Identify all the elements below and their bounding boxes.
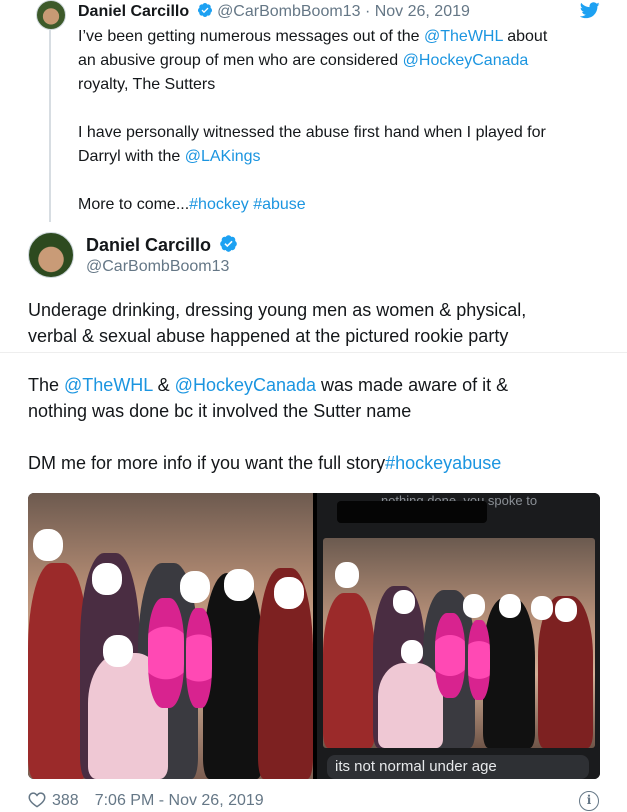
- thread-line: [49, 30, 51, 222]
- info-icon[interactable]: i: [579, 791, 599, 811]
- party-photo-left[interactable]: [28, 493, 313, 779]
- quoted-author-name[interactable]: Daniel Carcillo: [78, 3, 189, 20]
- main-tweet-text: Underage drinking, dressing young men as…: [28, 297, 618, 349]
- quoted-tweet[interactable]: Daniel Carcillo @CarBombBoom13 · Nov 26,…: [0, 0, 627, 230]
- tweet-timestamp[interactable]: 7:06 PM - Nov 26, 2019: [95, 792, 264, 809]
- person-figure: [28, 563, 88, 779]
- quoted-text: More to come...: [78, 196, 190, 213]
- tweet-text-line: Underage drinking, dressing young men as…: [28, 300, 527, 320]
- phone-screenshot-right[interactable]: nothing done. you spoke to its not norma…: [317, 493, 600, 779]
- quoted-tweet-text: I’ve been getting numerous messages out …: [78, 25, 613, 217]
- pink-boa: [435, 613, 465, 698]
- chat-message-text: nothing done. you spoke to: [323, 493, 595, 523]
- quoted-text: I’ve been getting numerous messages out …: [78, 28, 424, 45]
- author-avatar[interactable]: [28, 232, 74, 278]
- tweet-text-line: verbal & sexual abuse happened at the pi…: [28, 326, 509, 346]
- hashtag-hockeyabuse-link[interactable]: #hockeyabuse: [385, 453, 501, 473]
- blurred-face: [92, 563, 122, 595]
- main-tweet-author: Daniel Carcillo @CarBombBoom13: [28, 232, 627, 292]
- quoted-header: Daniel Carcillo @CarBombBoom13 · Nov 26,…: [78, 2, 470, 21]
- quoted-text: royalty, The Sutters: [78, 76, 216, 93]
- hashtag-hockey-link[interactable]: #hockey: [189, 196, 249, 213]
- blurred-face: [274, 577, 304, 609]
- mention-thewhl-link[interactable]: @TheWHL: [424, 28, 503, 45]
- mention-thewhl-link[interactable]: @TheWHL: [64, 375, 153, 395]
- blurred-face: [180, 571, 210, 603]
- verified-badge-icon: [197, 3, 212, 17]
- person-figure: [483, 598, 535, 748]
- quoted-author-handle[interactable]: @CarBombBoom13: [217, 3, 360, 20]
- blurred-face: [224, 569, 254, 601]
- quoted-avatar[interactable]: [36, 0, 66, 30]
- tweet-footer: 388 7:06 PM - Nov 26, 2019: [28, 791, 264, 811]
- mention-hockeycanada-link[interactable]: @HockeyCanada: [403, 52, 529, 69]
- person-figure: [378, 663, 443, 748]
- quoted-text: I have personally witnessed the abuse fi…: [78, 124, 546, 141]
- main-tweet-text-continued: The @TheWHL & @HockeyCanada was made awa…: [28, 372, 618, 476]
- author-handle[interactable]: @CarBombBoom13: [86, 258, 229, 276]
- blurred-face: [33, 529, 63, 561]
- heart-icon[interactable]: [28, 791, 46, 808]
- pink-boa: [186, 608, 212, 708]
- chat-caption: its not normal under age: [327, 755, 589, 779]
- redaction-bar: [337, 501, 487, 523]
- tweet-text-line: nothing was done bc it involved the Sutt…: [28, 401, 412, 421]
- quoted-text: about: [502, 28, 548, 45]
- quoted-text: an abusive group of men who are consider…: [78, 52, 403, 69]
- blurred-face: [401, 640, 423, 664]
- tweet-text: The: [28, 375, 65, 395]
- hashtag-abuse-link[interactable]: #abuse: [253, 196, 306, 213]
- mention-lakings-link[interactable]: @LAKings: [185, 148, 261, 165]
- person-figure: [323, 593, 375, 748]
- blurred-face: [103, 635, 133, 667]
- quoted-date[interactable]: Nov 26, 2019: [375, 3, 470, 20]
- party-photo-right: [323, 538, 595, 748]
- verified-badge-icon: [220, 235, 237, 252]
- like-count[interactable]: 388: [52, 792, 79, 809]
- tweet-text: DM me for more info if you want the full…: [28, 453, 386, 473]
- blurred-face: [335, 562, 359, 588]
- blurred-face: [531, 596, 553, 620]
- tweet-text: &: [152, 375, 175, 395]
- author-name-row: Daniel Carcillo: [86, 234, 238, 256]
- tweet-text: was made aware of it &: [316, 375, 509, 395]
- pink-boa: [148, 598, 184, 708]
- mention-hockeycanada-link[interactable]: @HockeyCanada: [175, 375, 316, 395]
- pink-boa: [468, 620, 490, 700]
- header-separator: ·: [364, 3, 371, 20]
- blurred-face: [555, 598, 577, 622]
- person-figure: [203, 573, 263, 779]
- author-name[interactable]: Daniel Carcillo: [86, 235, 211, 255]
- tweet-media[interactable]: nothing done. you spoke to its not norma…: [28, 493, 600, 779]
- blurred-face: [499, 594, 521, 618]
- blurred-face: [463, 594, 485, 618]
- quoted-text: Darryl with the: [78, 148, 185, 165]
- twitter-bird-icon[interactable]: [580, 2, 600, 19]
- screenshot-seam: [0, 352, 627, 353]
- blurred-face: [393, 590, 415, 614]
